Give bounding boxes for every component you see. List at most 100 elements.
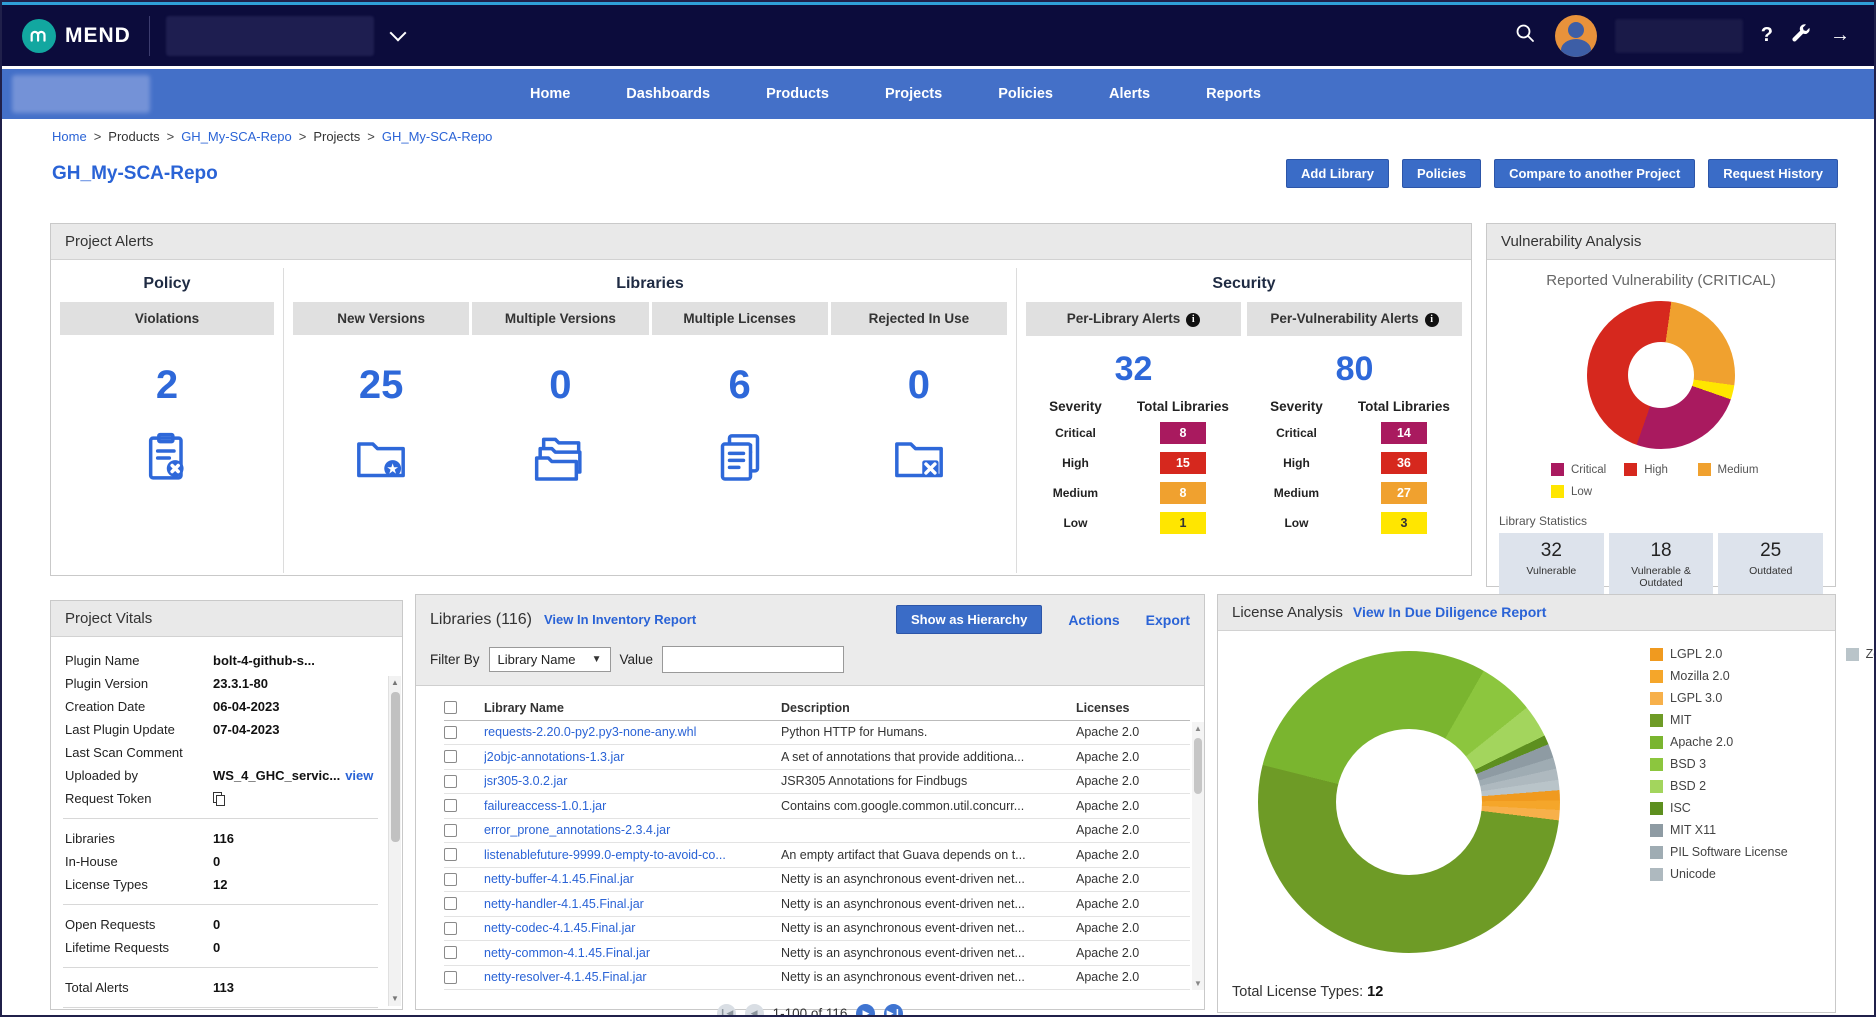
top-bar: MEND ? → (2, 2, 1874, 66)
library-name-link[interactable]: error_prone_annotations-2.3.4.jar (484, 823, 781, 837)
chevron-down-icon[interactable] (389, 24, 406, 41)
row-checkbox[interactable] (444, 848, 457, 861)
prev-page-button[interactable]: ◀ (745, 1004, 764, 1017)
info-icon[interactable]: i (1186, 313, 1200, 327)
severity-label: High (1026, 456, 1125, 470)
row-checkbox[interactable] (444, 946, 457, 959)
library-name-link[interactable]: netty-common-4.1.45.Final.jar (484, 946, 781, 960)
info-icon[interactable]: i (1425, 313, 1439, 327)
nav-item[interactable]: Home (530, 86, 570, 102)
row-checkbox[interactable] (444, 799, 457, 812)
multiple-versions-label[interactable]: Multiple Versions (472, 302, 648, 335)
legend-label: BSD 2 (1670, 779, 1706, 793)
actions-menu[interactable]: Actions (1068, 612, 1119, 628)
scrollbar-thumb[interactable] (391, 692, 400, 842)
user-avatar[interactable] (1555, 15, 1597, 57)
legend-item: LGPL 2.0 (1650, 647, 1788, 661)
vitals-row: License Types 12 (65, 873, 378, 896)
row-checkbox[interactable] (444, 726, 457, 739)
violations-count: 2 (156, 363, 178, 408)
uploaded-by-view-link[interactable]: view (345, 764, 373, 787)
copy-token-icon[interactable] (213, 792, 225, 806)
filter-by-select[interactable]: Library Name▼ (489, 647, 611, 672)
breadcrumb-separator: > (167, 129, 175, 144)
last-page-button[interactable]: ▶❙ (884, 1004, 903, 1017)
logout-icon[interactable]: → (1830, 24, 1850, 47)
new-versions-label[interactable]: New Versions (293, 302, 469, 335)
scrollbar-thumb[interactable] (1194, 738, 1202, 794)
compare-project-button[interactable]: Compare to another Project (1494, 159, 1695, 188)
library-description: A set of annotations that provide additi… (781, 750, 1076, 764)
legend-label: PIL Software License (1670, 845, 1788, 859)
breadcrumb: Home > Products > GH_My-SCA-Repo > Proje… (52, 129, 492, 144)
search-icon[interactable] (1513, 21, 1537, 50)
help-icon[interactable]: ? (1761, 24, 1773, 47)
policies-button[interactable]: Policies (1402, 159, 1481, 188)
scroll-up-icon[interactable]: ▲ (389, 676, 401, 690)
admin-wrench-icon[interactable] (1791, 23, 1812, 49)
library-name-link[interactable]: j2objc-annotations-1.3.jar (484, 750, 781, 764)
library-name-link[interactable]: jsr305-3.0.2.jar (484, 774, 781, 788)
nav-item[interactable]: Alerts (1109, 86, 1150, 102)
vitals-label: Uploaded by (65, 764, 213, 787)
row-checkbox[interactable] (444, 750, 457, 763)
column-library-name[interactable]: Library Name (484, 701, 781, 715)
column-licenses[interactable]: Licenses (1076, 701, 1190, 715)
library-name-link[interactable]: netty-codec-4.1.45.Final.jar (484, 921, 781, 935)
scroll-down-icon[interactable]: ▼ (389, 992, 401, 1006)
vitals-row: Last Scan Comment (65, 741, 378, 764)
show-as-hierarchy-button[interactable]: Show as Hierarchy (896, 605, 1042, 634)
library-name-link[interactable]: listenablefuture-9999.0-empty-to-avoid-c… (484, 848, 781, 862)
per-library-alerts-label[interactable]: Per-Library Alertsi (1026, 302, 1241, 336)
breadcrumb-product-link[interactable]: GH_My-SCA-Repo (181, 129, 292, 144)
stat-label: Vulnerable (1501, 565, 1602, 577)
legend-item: ISC (1650, 801, 1788, 815)
mend-logo[interactable]: MEND (2, 16, 150, 56)
view-inventory-report-link[interactable]: View In Inventory Report (544, 612, 696, 627)
request-history-button[interactable]: Request History (1708, 159, 1838, 188)
row-checkbox[interactable] (444, 775, 457, 788)
select-all-checkbox[interactable] (444, 701, 457, 714)
add-library-button[interactable]: Add Library (1286, 159, 1389, 188)
column-description[interactable]: Description (781, 701, 1076, 715)
panel-title: License Analysis (1232, 604, 1343, 621)
breadcrumb-home[interactable]: Home (52, 129, 87, 144)
organization-selector[interactable] (166, 16, 374, 56)
nav-item[interactable]: Projects (885, 86, 942, 102)
library-name-link[interactable]: failureaccess-1.0.1.jar (484, 799, 781, 813)
nav-item[interactable]: Dashboards (626, 86, 710, 102)
nav-item[interactable]: Policies (998, 86, 1053, 102)
row-checkbox[interactable] (444, 971, 457, 984)
table-scrollbar[interactable]: ▲ ▼ (1192, 722, 1204, 990)
rejected-in-use-label[interactable]: Rejected In Use (831, 302, 1007, 335)
vitals-label: Last Plugin Update (65, 718, 213, 741)
row-checkbox[interactable] (444, 897, 457, 910)
nav-item[interactable]: Products (766, 86, 829, 102)
library-name-link[interactable]: netty-resolver-4.1.45.Final.jar (484, 970, 781, 984)
library-name-link[interactable]: requests-2.20.0-py2.py3-none-any.whl (484, 725, 781, 739)
filter-value-input[interactable] (662, 646, 844, 673)
vitals-scrollbar[interactable]: ▲ ▼ (388, 676, 401, 1006)
per-vulnerability-alerts-label[interactable]: Per-Vulnerability Alertsi (1247, 302, 1462, 336)
user-name[interactable] (1615, 19, 1743, 53)
legend-swatch (1650, 824, 1663, 837)
next-page-button[interactable]: ▶ (856, 1004, 875, 1017)
breadcrumb-project-link[interactable]: GH_My-SCA-Repo (382, 129, 493, 144)
table-row: listenablefuture-9999.0-empty-to-avoid-c… (444, 843, 1190, 868)
row-checkbox[interactable] (444, 824, 457, 837)
nav-item[interactable]: Reports (1206, 86, 1261, 102)
row-checkbox[interactable] (444, 922, 457, 935)
row-checkbox[interactable] (444, 873, 457, 886)
export-menu[interactable]: Export (1146, 612, 1190, 628)
library-name-link[interactable]: netty-buffer-4.1.45.Final.jar (484, 872, 781, 886)
first-page-button[interactable]: ❙◀ (717, 1004, 736, 1017)
vitals-label: Plugin Name (65, 649, 213, 672)
violations-label[interactable]: Violations (60, 302, 274, 335)
scroll-down-icon[interactable]: ▼ (1192, 977, 1204, 990)
value-label: Value (620, 652, 654, 667)
library-name-link[interactable]: netty-handler-4.1.45.Final.jar (484, 897, 781, 911)
multiple-licenses-label[interactable]: Multiple Licenses (652, 302, 828, 335)
view-due-diligence-link[interactable]: View In Due Diligence Report (1353, 604, 1546, 620)
legend-swatch (1650, 846, 1663, 859)
scroll-up-icon[interactable]: ▲ (1192, 722, 1204, 735)
